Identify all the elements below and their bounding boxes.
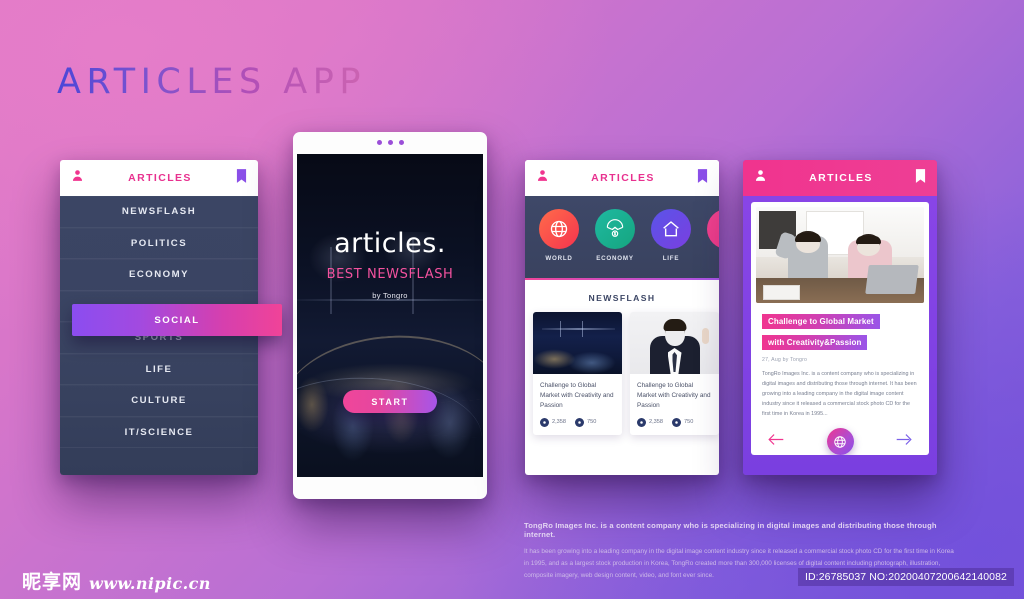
list-statusbar: ARTICLES	[525, 160, 719, 196]
sidebar-item-label: LIFE	[145, 363, 173, 375]
category-label: WORLD	[545, 255, 573, 262]
section-title: NEWSFLASH	[588, 293, 656, 303]
splash-screen: articles. BEST NEWSFLASH by Tongro START	[293, 132, 487, 499]
person-icon[interactable]	[754, 169, 767, 187]
article-headline-line2: with Creativity&Passion	[762, 335, 868, 350]
sidebar-item-culture[interactable]: CULTURE	[60, 385, 258, 417]
category-strip: WORLD ECONOMY LIFE	[525, 196, 719, 278]
eye-icon	[637, 417, 646, 427]
splash-hero-image: articles. BEST NEWSFLASH by Tongro START	[297, 154, 483, 477]
two-people-at-desk-with-laptop-photo	[756, 207, 924, 303]
arrow-left-icon[interactable]	[767, 433, 784, 451]
article-body: TongRo Images Inc. is a content company …	[762, 371, 917, 417]
card-stats: 2,358 750	[540, 417, 615, 427]
menu-statusbar: ARTICLES	[60, 160, 258, 196]
views-stat: 2,358	[637, 417, 663, 427]
sidebar-item-label: ECONOMY	[128, 269, 190, 281]
splash-logo: articles.	[334, 228, 446, 259]
article-screen: ARTICLES Challenge to Global Market with…	[743, 160, 937, 475]
bookmark-icon[interactable]	[915, 168, 926, 188]
watermark-bar: 昵享网 www.nipic.cn ID:26785037 NO:20200407…	[0, 560, 1024, 599]
person-icon[interactable]	[536, 169, 549, 187]
share-icon	[672, 417, 681, 427]
image-id-badge: ID:26785037 NO:20200407200642140082	[797, 568, 1014, 586]
sidebar-item-life[interactable]: LIFE	[60, 354, 258, 385]
laptop-shape	[865, 264, 920, 294]
list-screen: ARTICLES WORLD ECONOMY LIFE NEWSFLASH Ch…	[525, 160, 719, 475]
list-title: ARTICLES	[591, 172, 655, 184]
share-icon	[575, 417, 584, 427]
globe-icon	[539, 209, 579, 249]
businessman-pointing-photo	[630, 312, 719, 374]
list-item[interactable]: Challenge to Global Market with Creativi…	[630, 312, 719, 435]
person-hair-shape	[855, 235, 882, 245]
splash-text-block: articles. BEST NEWSFLASH by Tongro	[297, 228, 483, 300]
eye-icon	[540, 417, 549, 427]
dot	[387, 140, 393, 145]
parachute-money-icon	[595, 209, 635, 249]
sidebar-item-itscience[interactable]: IT/SCIENCE	[60, 417, 258, 448]
category-label: ECONOMY	[596, 255, 634, 262]
views-count: 2,358	[649, 419, 663, 426]
sidebar-item-economy[interactable]: ECONOMY	[60, 259, 258, 291]
globe-icon[interactable]	[826, 428, 854, 455]
dot	[376, 140, 382, 145]
sidebar-item-label: CULTURE	[131, 395, 187, 407]
site-url: www.nipic.cn	[89, 574, 211, 593]
list-item[interactable]: Challenge to Global Market with Creativi…	[533, 312, 622, 435]
bookmark-icon[interactable]	[236, 168, 247, 188]
sidebar-item-label: IT/SCIENCE	[124, 426, 194, 438]
sidebar-item-politics[interactable]: POLITICS	[60, 228, 258, 259]
start-button[interactable]: START	[343, 390, 437, 413]
footer-heading: TongRo Images Inc. is a content company …	[524, 521, 937, 539]
hair-shape	[663, 319, 686, 331]
article-nav	[751, 419, 929, 455]
category-world[interactable]: WORLD	[536, 209, 582, 262]
sidebar-item-label: POLITICS	[130, 237, 188, 249]
article-card: Challenge to Global Market with Creativi…	[751, 202, 929, 455]
article-meta: 27, Aug by Tongro	[762, 357, 808, 363]
card-body: Challenge to Global Market with Creativi…	[630, 374, 719, 435]
house-icon	[651, 209, 691, 249]
card-title: Challenge to Global Market with Creativi…	[540, 382, 614, 409]
sidebar-item-newsflash[interactable]: NEWSFLASH	[60, 196, 258, 228]
more-icon	[707, 209, 719, 249]
page-title: ARTICLES APP	[57, 62, 366, 102]
sidebar-item-label: NEWSFLASH	[121, 206, 197, 218]
bookmark-icon[interactable]	[697, 168, 708, 188]
site-logo: 昵享网 www.nipic.cn	[22, 567, 211, 594]
category-more[interactable]	[704, 209, 719, 255]
article-statusbar: ARTICLES	[743, 160, 937, 196]
shares-stat: 750	[672, 417, 694, 427]
splash-subtitle: BEST NEWSFLASH	[326, 267, 454, 282]
sidebar-item-label: SOCIAL	[154, 314, 200, 326]
paper-shape	[762, 284, 800, 301]
card-list: Challenge to Global Market with Creativi…	[525, 312, 719, 435]
card-stats: 2,358 750	[637, 417, 712, 427]
shares-stat: 750	[575, 417, 597, 427]
shares-count: 750	[684, 419, 694, 426]
person-hair-shape	[795, 232, 821, 242]
splash-byline: by Tongro	[372, 291, 408, 300]
person-icon[interactable]	[71, 169, 84, 187]
night-city-bridge-photo	[533, 312, 622, 374]
dot	[398, 140, 404, 145]
category-economy[interactable]: ECONOMY	[592, 209, 638, 262]
views-count: 2,358	[552, 419, 566, 426]
hand-shape	[702, 328, 709, 344]
article-title: ARTICLES	[809, 172, 873, 184]
shares-count: 750	[587, 419, 597, 426]
arrow-right-icon[interactable]	[896, 433, 913, 451]
views-stat: 2,358	[540, 417, 566, 427]
article-headline-line1: Challenge to Global Market	[762, 314, 880, 329]
category-label: LIFE	[662, 255, 680, 262]
card-body: Challenge to Global Market with Creativi…	[533, 374, 622, 435]
category-life[interactable]: LIFE	[648, 209, 694, 262]
card-title: Challenge to Global Market with Creativi…	[637, 382, 711, 409]
site-name-cn: 昵享网	[22, 571, 83, 593]
menu-title: ARTICLES	[128, 172, 192, 184]
sidebar-item-social-selected[interactable]: SOCIAL	[72, 304, 282, 336]
article-header: Challenge to Global Market with Creativi…	[751, 303, 929, 419]
three-dots-indicator	[293, 140, 487, 145]
